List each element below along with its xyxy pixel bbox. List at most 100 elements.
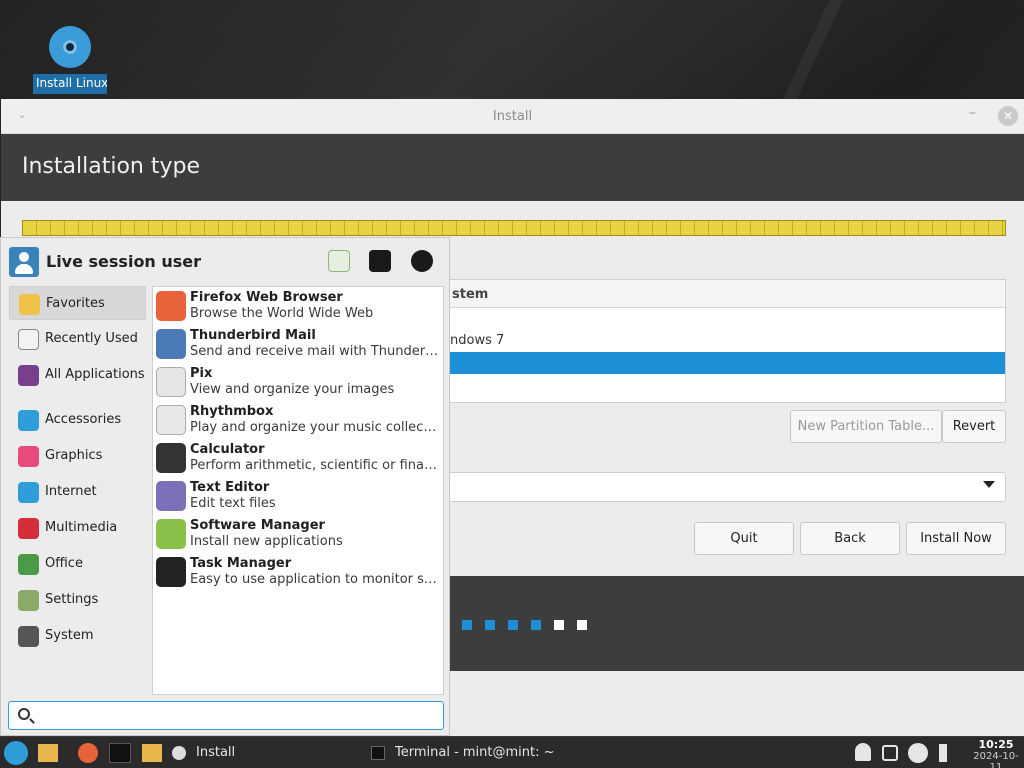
- category-label: Internet: [45, 484, 97, 499]
- accessories-icon: [18, 410, 39, 431]
- step-dot: [462, 620, 472, 630]
- favorites-icon: [19, 294, 40, 315]
- firefox-icon[interactable]: [78, 743, 98, 763]
- folder-icon[interactable]: [142, 744, 162, 762]
- clock[interactable]: 10:25 2024-10-11: [968, 738, 1024, 768]
- category-internet[interactable]: Internet: [9, 475, 146, 509]
- step-dot: [485, 620, 495, 630]
- settings-toggle-icon[interactable]: [328, 250, 350, 272]
- terminal-icon: [371, 746, 385, 760]
- app-item-software-manager[interactable]: Software Manager Install new applications: [156, 515, 442, 553]
- category-graphics[interactable]: Graphics: [9, 439, 146, 473]
- removable-drive-icon[interactable]: [882, 745, 898, 761]
- text-editor-icon: [156, 481, 186, 511]
- step-dot: [531, 620, 541, 630]
- category-label: Accessories: [45, 412, 122, 427]
- lock-icon[interactable]: [369, 250, 391, 272]
- dropdown-arrow-icon: [983, 481, 995, 488]
- clock-time: 10:25: [978, 738, 1014, 751]
- disc-icon: [49, 26, 91, 68]
- app-name: Firefox Web Browser: [190, 290, 343, 305]
- category-settings[interactable]: Settings: [9, 583, 146, 617]
- category-all-applications[interactable]: All Applications: [9, 358, 146, 392]
- gear-icon: [18, 626, 39, 647]
- app-name: Rhythmbox: [190, 404, 274, 419]
- install-now-button[interactable]: Install Now: [906, 522, 1006, 555]
- category-system[interactable]: System: [9, 619, 146, 653]
- titlebar: ⌄ Install – ✕: [1, 99, 1024, 134]
- start-menu: Live session user Favorites Recently Used…: [0, 237, 450, 736]
- category-accessories[interactable]: Accessories: [9, 403, 146, 437]
- search-bar[interactable]: [8, 701, 444, 730]
- mint-menu-icon[interactable]: [4, 741, 28, 765]
- terminal-taskbar-label[interactable]: Terminal - mint@mint: ~: [395, 745, 555, 760]
- volume-icon[interactable]: [939, 744, 959, 762]
- close-icon[interactable]: ✕: [998, 106, 1018, 126]
- app-description: Perform arithmetic, scientific or financ…: [190, 458, 440, 473]
- desktop-icon-label: Install Linux Mint: [33, 74, 107, 94]
- app-description: View and organize your images: [190, 382, 395, 397]
- app-item-task-manager[interactable]: Task Manager Easy to use application to m…: [156, 553, 442, 591]
- table-row[interactable]: ndows 7: [442, 330, 1005, 352]
- desktop-icon-install[interactable]: Install Linux Mint: [33, 26, 107, 94]
- app-name: Software Manager: [190, 518, 325, 533]
- app-description: Browse the World Wide Web: [190, 306, 374, 321]
- table-row-selected[interactable]: [442, 352, 1005, 374]
- app-item-thunderbird-mail[interactable]: Thunderbird Mail Send and receive mail wi…: [156, 325, 442, 363]
- step-dot: [554, 620, 564, 630]
- avatar: [9, 247, 39, 277]
- app-description: Send and receive mail with Thunderbird: [190, 344, 440, 359]
- files-icon[interactable]: [38, 744, 58, 762]
- play-icon: [18, 518, 39, 539]
- power-icon[interactable]: [908, 743, 928, 763]
- quit-button[interactable]: Quit: [694, 522, 794, 555]
- app-description: Edit text files: [190, 496, 276, 511]
- notification-icon[interactable]: [855, 743, 871, 761]
- partition-table[interactable]: stem ndows 7: [441, 279, 1006, 403]
- table-row[interactable]: [442, 308, 1005, 330]
- pix-icon: [156, 367, 186, 397]
- category-label: Settings: [45, 592, 99, 607]
- partition-bar: [22, 220, 1006, 236]
- window-title: Install: [492, 109, 533, 124]
- category-multimedia[interactable]: Multimedia: [9, 511, 146, 545]
- page-title: Installation type: [22, 154, 200, 179]
- app-item-text-editor[interactable]: Text Editor Edit text files: [156, 477, 442, 515]
- category-favorites[interactable]: Favorites: [9, 286, 146, 320]
- new-partition-table-button[interactable]: New Partition Table...: [790, 410, 942, 443]
- revert-button[interactable]: Revert: [942, 410, 1006, 443]
- step-dot: [508, 620, 518, 630]
- task-manager-icon: [156, 557, 186, 587]
- terminal-icon[interactable]: [109, 743, 131, 763]
- app-list: Firefox Web Browser Browse the World Wide…: [152, 286, 444, 695]
- back-button[interactable]: Back: [800, 522, 900, 555]
- step-dot: [577, 620, 587, 630]
- search-icon: [18, 708, 30, 720]
- category-office[interactable]: Office: [9, 547, 146, 581]
- category-recently-used[interactable]: Recently Used: [9, 322, 146, 356]
- table-row[interactable]: [442, 374, 1005, 396]
- install-app-icon[interactable]: [172, 746, 186, 760]
- app-item-calculator[interactable]: Calculator Perform arithmetic, scientific…: [156, 439, 442, 477]
- category-label: Recently Used: [45, 331, 138, 346]
- boot-device-select[interactable]: [441, 472, 1006, 502]
- app-description: Play and organize your music collection: [190, 420, 440, 435]
- app-name: Calculator: [190, 442, 265, 457]
- logout-icon[interactable]: [411, 250, 433, 272]
- app-name: Thunderbird Mail: [190, 328, 316, 343]
- category-label: All Applications: [45, 367, 145, 382]
- app-name: Pix: [190, 366, 213, 381]
- grid-icon: [18, 365, 39, 386]
- category-label: System: [45, 628, 94, 643]
- software-manager-icon: [156, 519, 186, 549]
- app-item-firefox-web-browser[interactable]: Firefox Web Browser Browse the World Wide…: [156, 287, 442, 325]
- minimize-icon[interactable]: –: [969, 105, 976, 121]
- category-label: Graphics: [45, 448, 103, 463]
- clock-date: 2024-10-11: [973, 751, 1019, 768]
- table-header: stem: [442, 280, 1005, 308]
- install-taskbar-label[interactable]: Install: [196, 745, 235, 760]
- app-item-rhythmbox[interactable]: Rhythmbox Play and organize your music co…: [156, 401, 442, 439]
- app-item-pix[interactable]: Pix View and organize your images: [156, 363, 442, 401]
- calculator-icon: [156, 443, 186, 473]
- category-label: Office: [45, 556, 83, 571]
